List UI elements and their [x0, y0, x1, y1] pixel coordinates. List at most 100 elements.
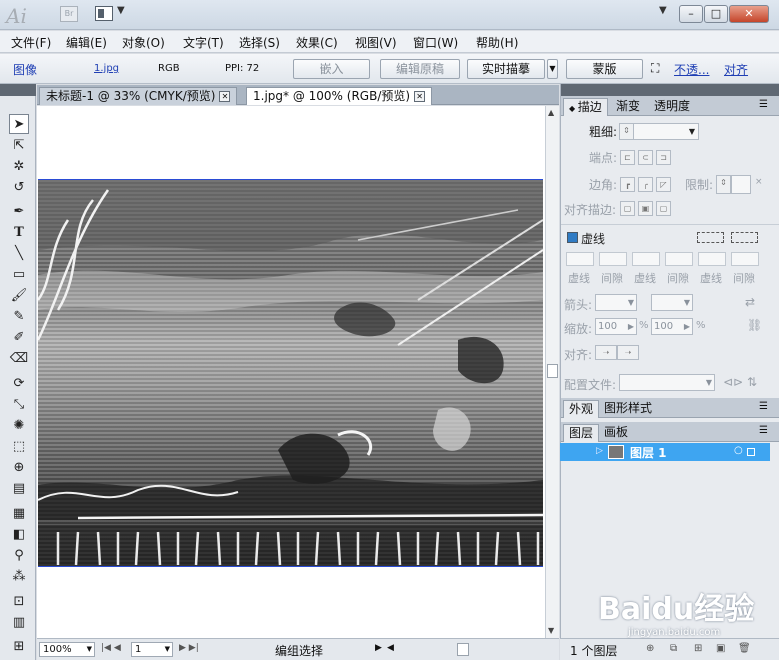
opacity-link[interactable]: 不透... — [674, 61, 709, 78]
menu-file[interactable]: 文件(F) — [11, 34, 51, 51]
start-scale-input[interactable]: 100 ▶ — [595, 318, 637, 335]
minimize-button[interactable]: – — [679, 5, 703, 23]
mesh-tool-icon[interactable]: ▦ — [9, 504, 29, 524]
linked-file-link[interactable]: 1.jpg — [94, 63, 119, 74]
round-cap-icon[interactable]: ⊂ — [638, 150, 653, 165]
hscroll-thumb[interactable] — [457, 643, 469, 656]
live-trace-options-icon[interactable]: ▼ — [547, 59, 558, 79]
menu-object[interactable]: 对象(O) — [122, 34, 165, 51]
close-tab-icon[interactable]: ✕ — [414, 91, 426, 102]
layer-row[interactable]: ▷ 图层 1 ○ — [560, 443, 770, 461]
selection-tool-icon[interactable]: ➤ — [9, 114, 29, 134]
panel-menu-icon[interactable]: ☰ — [759, 425, 768, 436]
menu-select[interactable]: 选择(S) — [239, 34, 280, 51]
gradient-tool-icon[interactable]: ◧ — [9, 525, 29, 545]
align-link[interactable]: 对齐 — [724, 61, 748, 78]
dashed-line-checkbox[interactable] — [567, 232, 578, 243]
link-scale-icon[interactable]: ⛓ — [747, 318, 762, 332]
tab-1-jpg[interactable]: 1.jpg* @ 100% (RGB/预览) ✕ — [246, 87, 433, 105]
artboard-tool-icon[interactable]: ⊞ — [9, 637, 29, 657]
weight-stepper[interactable]: ⇕ — [619, 123, 634, 140]
eyedropper-tool-icon[interactable]: ⚲ — [9, 546, 29, 566]
menu-effect[interactable]: 效果(C) — [296, 34, 338, 51]
scroll-down-icon[interactable]: ▼ — [548, 626, 554, 635]
preserve-dash-icon[interactable] — [697, 232, 724, 243]
edit-original-button[interactable]: 编辑原稿 — [380, 59, 460, 79]
dash-input-1[interactable] — [566, 252, 594, 266]
zoom-select[interactable]: 100% ▼ — [39, 642, 95, 657]
document-canvas[interactable] — [37, 106, 545, 638]
miter-join-icon[interactable]: ┏ — [620, 177, 635, 192]
live-trace-button[interactable]: 实时描摹 — [467, 59, 545, 79]
type-tool-icon[interactable]: T — [9, 223, 29, 243]
scale-tool-icon[interactable]: ⤡ — [9, 395, 29, 415]
transform-icon[interactable]: ⛶ — [651, 61, 659, 76]
tab-untitled-1[interactable]: 未标题-1 @ 33% (CMYK/预览) ✕ — [39, 87, 238, 105]
pencil-tool-icon[interactable]: ✎ — [9, 307, 29, 327]
new-layer-icon[interactable]: ▣ — [716, 643, 725, 654]
menu-window[interactable]: 窗口(W) — [413, 34, 458, 51]
tab-artboards[interactable]: 画板 — [599, 424, 633, 442]
lasso-tool-icon[interactable]: ↺ — [9, 178, 29, 198]
close-button[interactable]: ✕ — [729, 5, 769, 23]
eraser-tool-icon[interactable]: ⌫ — [9, 349, 29, 369]
tab-layers[interactable]: 图层 — [563, 424, 600, 442]
tab-transparency[interactable]: 透明度 — [649, 98, 695, 116]
flip-across-icon[interactable]: ⇅ — [747, 375, 757, 389]
align-dash-corners-icon[interactable] — [731, 232, 758, 243]
place-arrow-tip-icon[interactable]: ➝ — [617, 345, 639, 360]
butt-cap-icon[interactable]: ⊏ — [620, 150, 635, 165]
menu-view[interactable]: 视图(V) — [355, 34, 397, 51]
line-tool-icon[interactable]: ╲ — [9, 244, 29, 264]
bridge-button[interactable]: Br — [60, 6, 78, 22]
free-transform-tool-icon[interactable]: ⬚ — [9, 437, 29, 457]
end-arrowhead-select[interactable]: ▼ — [651, 294, 693, 311]
round-join-icon[interactable]: ╭ — [638, 177, 653, 192]
limit-stepper[interactable]: ⇕ — [716, 175, 731, 194]
align-outside-stroke-icon[interactable]: ▢ — [656, 201, 671, 216]
delete-layer-icon[interactable]: 🗑 — [738, 643, 751, 654]
menu-edit[interactable]: 编辑(E) — [66, 34, 107, 51]
arrange-dropdown-icon[interactable]: ▼ — [117, 5, 125, 16]
status-menu-icon[interactable]: ▶ — [375, 643, 382, 653]
make-clipping-mask-icon[interactable]: ⧉ — [670, 643, 677, 654]
tab-gradient[interactable]: 渐变 — [611, 98, 645, 116]
align-center-stroke-icon[interactable]: ▢ — [620, 201, 635, 216]
tab-stroke[interactable]: ◆ 描边 — [563, 98, 608, 116]
panel-menu-icon[interactable]: ☰ — [759, 401, 768, 412]
flip-along-icon[interactable]: ⊲⊳ — [723, 375, 743, 389]
close-tab-icon[interactable]: ✕ — [219, 91, 231, 102]
panel-menu-icon[interactable]: ☰ — [759, 99, 768, 110]
workspace-dropdown-icon[interactable]: ▼ — [659, 5, 667, 16]
gap-input-1[interactable] — [599, 252, 627, 266]
menu-help[interactable]: 帮助(H) — [476, 34, 518, 51]
limit-input[interactable] — [731, 175, 751, 194]
menu-type[interactable]: 文字(T) — [183, 34, 224, 51]
symbol-sprayer-tool-icon[interactable]: ⊡ — [9, 592, 29, 612]
mask-button[interactable]: 蒙版 — [566, 59, 643, 79]
projecting-cap-icon[interactable]: ⊐ — [656, 150, 671, 165]
align-inside-stroke-icon[interactable]: ▣ — [638, 201, 653, 216]
next-last-artboard-icon[interactable]: ▶ ▶| — [179, 643, 199, 653]
layer-target-icon[interactable]: ○ — [734, 445, 743, 456]
dash-input-3[interactable] — [698, 252, 726, 266]
embossed-image[interactable] — [38, 179, 543, 567]
gap-input-3[interactable] — [731, 252, 759, 266]
vertical-scrollbar[interactable]: ▲ ▼ — [545, 106, 559, 638]
hscroll-left-icon[interactable]: ◀ — [387, 643, 394, 653]
maximize-button[interactable]: □ — [704, 5, 728, 23]
new-sublayer-icon[interactable]: ⊞ — [694, 643, 702, 654]
expand-layer-icon[interactable]: ▷ — [596, 446, 603, 456]
artboard-select[interactable]: 1 ▼ — [131, 642, 173, 657]
tab-graphic-styles[interactable]: 图形样式 — [599, 400, 657, 418]
scroll-up-icon[interactable]: ▲ — [548, 108, 554, 117]
swap-arrowheads-icon[interactable]: ⇄ — [745, 295, 755, 309]
column-graph-tool-icon[interactable]: ▥ — [9, 613, 29, 633]
bevel-join-icon[interactable]: ◸ — [656, 177, 671, 192]
magic-wand-tool-icon[interactable]: ✲ — [9, 157, 29, 177]
scroll-thumb[interactable] — [547, 364, 558, 378]
gap-input-2[interactable] — [665, 252, 693, 266]
pen-tool-icon[interactable]: ✒ — [9, 202, 29, 222]
embed-button[interactable]: 嵌入 — [293, 59, 370, 79]
start-arrowhead-select[interactable]: ▼ — [595, 294, 637, 311]
